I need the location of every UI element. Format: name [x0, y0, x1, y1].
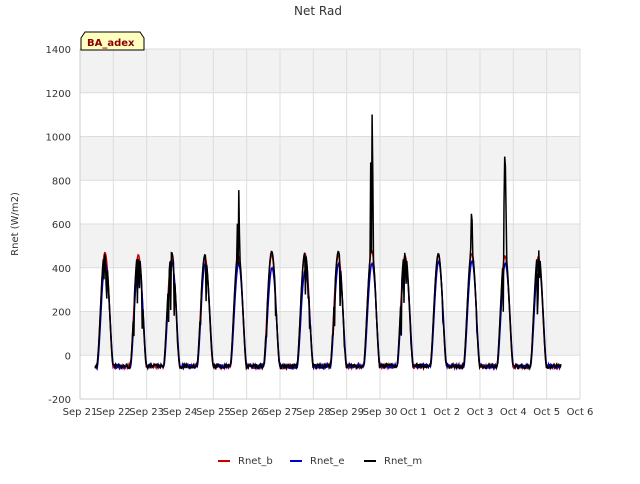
y-tick-label: 0	[65, 351, 71, 362]
x-tick-label: Sep 27	[263, 407, 298, 418]
x-tick-label: Sep 24	[163, 407, 198, 418]
x-tick-label: Oct 5	[533, 407, 560, 418]
x-tick-label: Sep 21	[63, 407, 98, 418]
legend-label: Rnet_e	[310, 456, 345, 467]
net-rad-chart: -200 0 200 400 600 800 1000 1200 1400 Sep 21 Sep …	[0, 0, 640, 480]
x-tick-label: Oct 2	[433, 407, 460, 418]
x-tick-label: Sep 22	[96, 407, 131, 418]
x-tick-labels: Sep 21Sep 22Sep 23Sep 24Sep 25Sep 26Sep …	[63, 407, 594, 418]
plot-band	[80, 92, 580, 137]
site-label-box: BA_adex	[80, 31, 145, 51]
x-tick-label: Sep 30	[363, 407, 398, 418]
x-tick-label: Oct 6	[567, 407, 594, 418]
plot-band	[80, 311, 580, 356]
x-tick-label: Oct 3	[467, 407, 494, 418]
chart-svg: -2000200400600800100012001400 Sep 21Sep …	[0, 0, 640, 480]
x-tick-label: Oct 4	[500, 407, 527, 418]
site-label: BA_adex	[87, 38, 135, 49]
y-tick-label: 200	[52, 308, 71, 319]
legend-label: Rnet_b	[238, 456, 273, 467]
x-tick-label: Sep 29	[329, 407, 364, 418]
y-tick-label: 800	[52, 176, 71, 187]
x-tick-label: Sep 23	[129, 407, 164, 418]
x-tick-label: Sep 28	[296, 407, 331, 418]
y-tick-label: 400	[52, 264, 71, 275]
plot-band	[80, 355, 580, 399]
x-tick-label: Sep 25	[196, 407, 231, 418]
y-tick-label: 600	[52, 220, 71, 231]
x-tick-label: Oct 1	[400, 407, 427, 418]
y-tick-label: 1400	[46, 45, 71, 56]
plot-band	[80, 49, 580, 93]
plot-band	[80, 224, 580, 268]
chart-title: Net Rad	[294, 4, 342, 18]
legend: Rnet_b Rnet_e Rnet_m	[218, 456, 422, 467]
y-tick-label: 1200	[46, 89, 71, 100]
y-axis-label: Rnet (W/m2)	[10, 192, 21, 256]
legend-label: Rnet_m	[384, 456, 422, 467]
plot-band	[80, 267, 580, 312]
y-tick-label: 1000	[46, 133, 71, 144]
x-tick-label: Sep 26	[229, 407, 264, 418]
y-tick-label: -200	[48, 395, 71, 406]
